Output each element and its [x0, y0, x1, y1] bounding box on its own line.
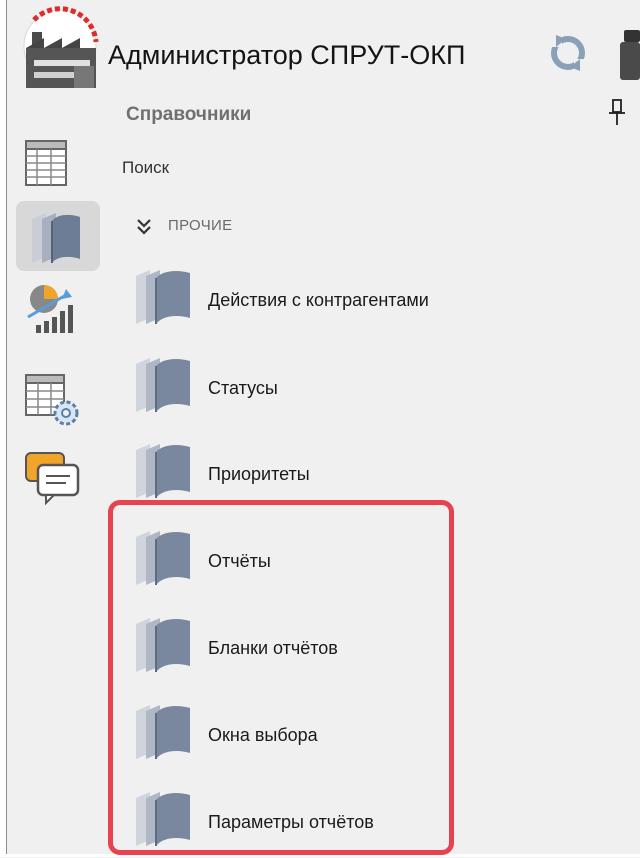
list-item-label: Параметры отчётов [208, 812, 374, 832]
book-icon [136, 358, 190, 412]
pin-icon[interactable] [606, 98, 628, 128]
rail-button-analytics[interactable] [16, 271, 100, 341]
book-icon [136, 705, 190, 759]
book-icon [136, 531, 190, 585]
refresh-icon[interactable] [546, 31, 590, 75]
panel-title: Справочники [126, 104, 252, 125]
book-icon [136, 618, 190, 672]
list-item-label: Статусы [208, 378, 278, 398]
messages-icon [25, 452, 80, 506]
side-rail [16, 125, 102, 506]
rail-button-table-settings[interactable] [16, 361, 100, 431]
list-item[interactable]: Отчёты [132, 523, 552, 597]
list-item-label: Бланки отчётов [208, 638, 338, 658]
list-item-label: Окна выбора [208, 725, 318, 745]
user-icon[interactable] [618, 26, 640, 80]
list-item[interactable]: Параметры отчётов [132, 784, 552, 858]
analytics-icon [27, 285, 73, 333]
book-icon [136, 270, 190, 324]
window-left-border [0, 0, 7, 857]
table-settings-icon [25, 374, 79, 426]
list-item-label: Приоритеты [208, 464, 310, 484]
group-label: ПРОЧИЕ [168, 217, 233, 234]
book-icon [136, 792, 190, 846]
factory-logo-icon [23, 6, 99, 88]
app-title: Администратор СПРУТ-ОКП [108, 40, 466, 70]
table-icon [25, 140, 67, 186]
list-item-label: Отчёты [208, 551, 271, 571]
list-item[interactable]: Бланки отчётов [132, 610, 552, 684]
rail-button-directories[interactable] [16, 201, 100, 271]
book-icon [136, 444, 190, 498]
list-item[interactable]: Действия с контрагентами [132, 262, 552, 336]
books-icon [32, 213, 80, 263]
search-input[interactable] [120, 154, 524, 182]
rail-button-tables[interactable] [16, 131, 100, 201]
app-header: Администратор СПРУТ-ОКП [0, 0, 640, 92]
list-item[interactable]: Статусы [132, 350, 552, 424]
list-item-label: Действия с контрагентами [208, 290, 429, 310]
rail-button-messages[interactable] [16, 443, 100, 513]
list-item[interactable]: Приоритеты [132, 436, 552, 510]
group-header-other[interactable]: ПРОЧИЕ [136, 214, 436, 242]
chevron-double-down-icon [137, 219, 151, 235]
list-item[interactable]: Окна выбора [132, 697, 552, 771]
